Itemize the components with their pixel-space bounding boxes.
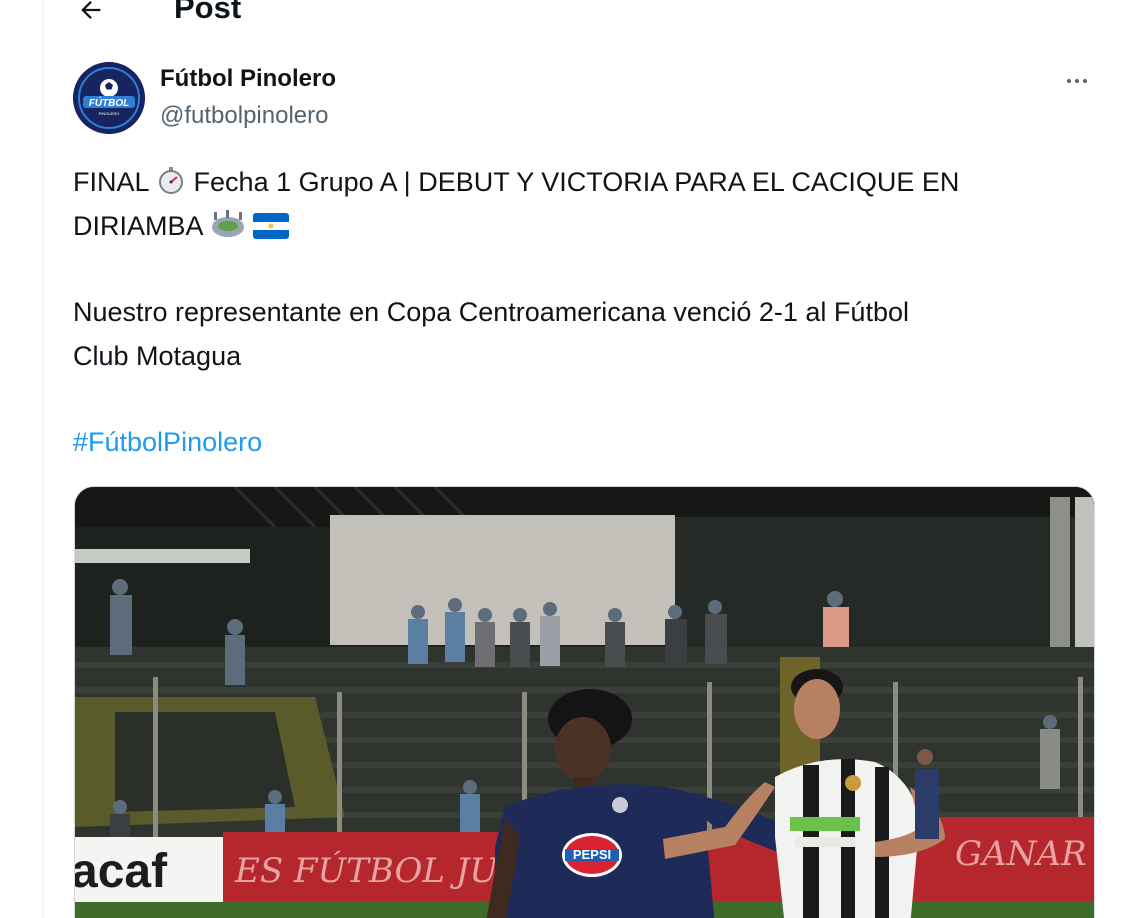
tweet-text: FINAL Fecha 1 Grupo A | DEBUT Y VICTORIA… <box>73 160 1083 248</box>
svg-text:FÚTBOL: FÚTBOL <box>89 96 130 109</box>
tweet-photo[interactable]: acaf ES FÚTBOL JUG GANAR AQ PEPSI <box>74 486 1095 918</box>
back-button[interactable] <box>69 0 113 32</box>
svg-text:PEPSI: PEPSI <box>573 847 611 862</box>
tweet-para2-line1: Nuestro representante en Copa Centroamer… <box>73 297 909 327</box>
svg-text:ES FÚTBOL JUG: ES FÚTBOL JUG <box>234 850 525 891</box>
tweet-line2: DIRIAMBA <box>73 211 203 241</box>
stadium-emoji <box>211 210 244 237</box>
stopwatch-emoji <box>159 167 184 194</box>
photo-soccer-match: acaf ES FÚTBOL JUG GANAR AQ PEPSI <box>75 487 1095 918</box>
more-dot <box>1083 79 1087 83</box>
post-column: Post FÚTBOL PINOLERO Fútbol Pinolero @fu… <box>42 0 1126 918</box>
post-header: Post <box>43 0 1126 30</box>
tweet-line1-b: Fecha 1 Grupo A | DEBUT Y VICTORIA PARA … <box>193 167 960 197</box>
tweet-line1-a: FINAL <box>73 167 149 197</box>
page-title: Post <box>174 0 242 25</box>
more-options-button[interactable] <box>1057 64 1097 98</box>
arrow-left-icon <box>81 1 101 19</box>
more-horizontal-icon <box>1067 79 1071 83</box>
avatar[interactable]: FÚTBOL PINOLERO <box>73 62 145 134</box>
svg-text:GANAR AQ: GANAR AQ <box>955 834 1095 874</box>
author-name[interactable]: Fútbol Pinolero <box>160 64 336 94</box>
more-dot <box>1075 79 1079 83</box>
futbol-pinolero-logo: FÚTBOL PINOLERO <box>73 62 145 134</box>
nicaragua-flag-emoji <box>253 213 290 239</box>
svg-text:PINOLERO: PINOLERO <box>99 111 120 116</box>
tweet-paragraph: Nuestro representante en Copa Centroamer… <box>73 290 1083 378</box>
svg-text:acaf: acaf <box>75 845 168 898</box>
author-handle[interactable]: @futbolpinolero <box>160 101 328 131</box>
hashtag-link[interactable]: #FútbolPinolero <box>73 420 262 464</box>
tweet-para2-line2: Club Motagua <box>73 341 242 371</box>
